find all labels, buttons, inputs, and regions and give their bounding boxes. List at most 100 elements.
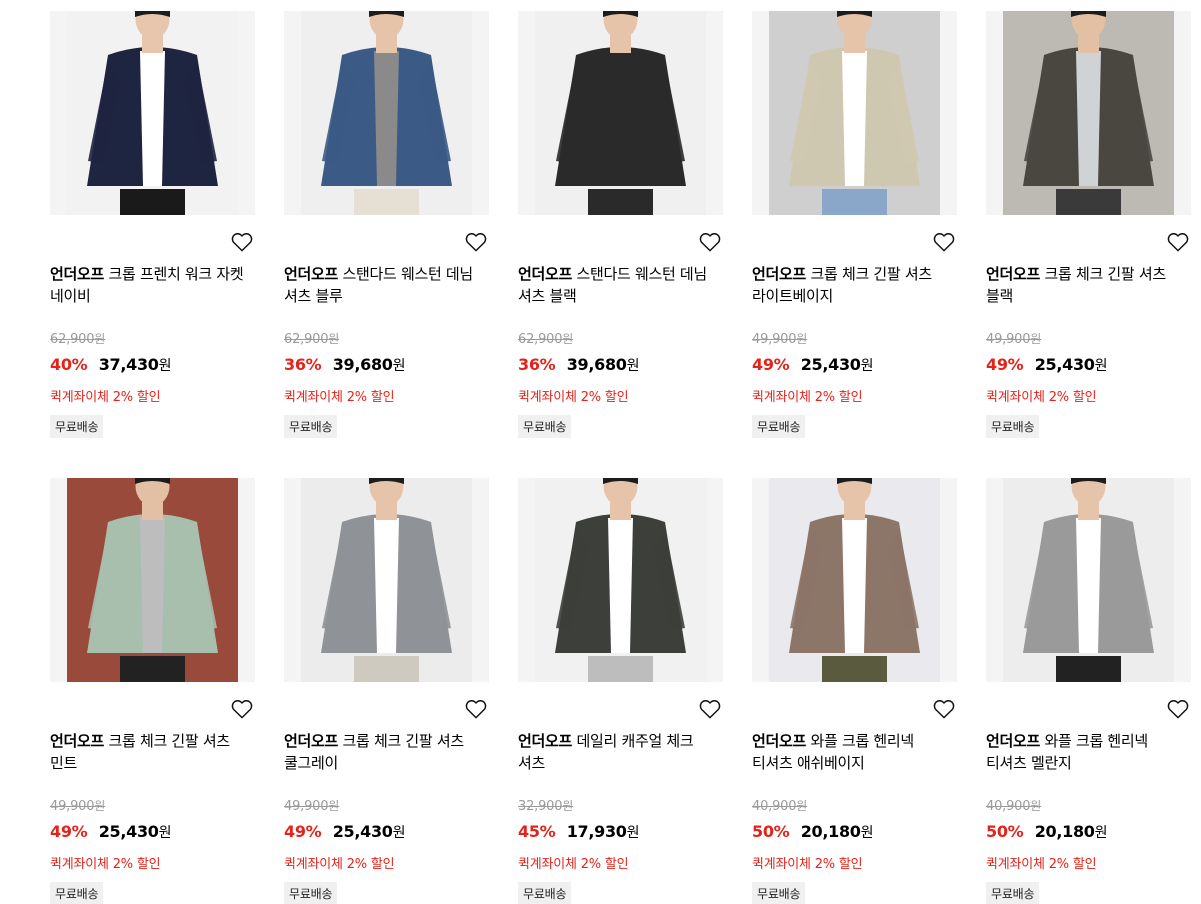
sale-price-row: 40% 37,430원 [50,355,172,375]
currency-unit: 원 [158,358,172,374]
product-name[interactable]: 언더오프 스탠다드 웨스턴 데님 셔츠 블랙 [518,263,718,307]
product-name[interactable]: 언더오프 크롭 체크 긴팔 셔츠 라이트베이지 [752,263,952,307]
original-price: 49,900원 [752,330,807,347]
sale-price-row: 49% 25,430원 [986,355,1108,375]
wishlist-heart-icon[interactable] [1167,232,1189,252]
product-image[interactable] [752,478,957,682]
wishlist-heart-icon[interactable] [465,232,487,252]
original-price-value: 40,900 [986,799,1031,814]
product-photo [50,478,255,682]
product-image[interactable] [986,11,1191,215]
original-price-value: 49,900 [284,799,329,814]
currency-unit: 원 [328,332,340,346]
product-name[interactable]: 언더오프 크롭 프렌치 워크 자켓 네이비 [50,263,250,307]
sale-price-row: 36% 39,680원 [518,355,640,375]
discount-rate: 45% [518,822,556,841]
free-shipping-badge: 무료배송 [986,882,1040,904]
discount-rate: 50% [986,822,1024,841]
sale-price-row: 45% 17,930원 [518,822,640,842]
currency-unit: 원 [1030,332,1042,346]
free-shipping-badge: 무료배송 [752,415,806,438]
product-photo [284,478,489,682]
free-shipping-badge: 무료배송 [518,882,572,904]
brand-name: 언더오프 [752,732,807,750]
currency-unit: 원 [94,332,106,346]
brand-name: 언더오프 [284,265,339,283]
original-price-value: 62,900 [518,332,563,347]
sale-price: 25,430원 [1035,355,1108,374]
product-photo [752,478,957,682]
currency-unit: 원 [392,358,406,374]
original-price: 49,900원 [986,330,1041,347]
product-photo [518,478,723,682]
sale-price: 25,430원 [99,822,172,841]
product-image[interactable] [518,478,723,682]
wishlist-heart-icon[interactable] [465,699,487,719]
product-name[interactable]: 언더오프 크롭 체크 긴팔 셔츠 쿨그레이 [284,730,484,774]
original-price-value: 40,900 [752,799,797,814]
sale-price: 20,180원 [801,822,874,841]
product-name[interactable]: 언더오프 크롭 체크 긴팔 셔츠 블랙 [986,263,1186,307]
sale-price-value: 25,430 [98,822,159,841]
brand-name: 언더오프 [518,265,573,283]
original-price: 49,900원 [284,797,339,814]
wishlist-heart-icon[interactable] [933,232,955,252]
sale-price-value: 37,430 [98,355,159,374]
currency-unit: 원 [1030,799,1042,813]
product-image[interactable] [986,478,1191,682]
product-image[interactable] [284,11,489,215]
brand-name: 언더오프 [284,732,339,750]
wishlist-heart-icon[interactable] [231,699,253,719]
product-name[interactable]: 언더오프 크롭 체크 긴팔 셔츠 민트 [50,730,250,774]
original-price-value: 62,900 [284,332,329,347]
product-name[interactable]: 언더오프 스탠다드 웨스턴 데님 셔츠 블루 [284,263,484,307]
extra-discount-label: 퀵계좌이체 2% 할인 [986,857,1097,872]
product-photo [284,11,489,215]
free-shipping-badge: 무료배송 [284,882,338,904]
product-name[interactable]: 언더오프 와플 크롭 헨리넥 티셔츠 멜란지 [986,730,1186,774]
product-image[interactable] [50,11,255,215]
product-name[interactable]: 언더오프 데일리 캐주얼 체크 셔츠 [518,730,718,774]
product-image[interactable] [50,478,255,682]
wishlist-heart-icon[interactable] [699,699,721,719]
original-price-value: 62,900 [50,332,95,347]
original-price: 62,900원 [284,330,339,347]
sale-price-value: 25,430 [1034,355,1095,374]
product-image[interactable] [518,11,723,215]
wishlist-heart-icon[interactable] [933,699,955,719]
currency-unit: 원 [860,358,874,374]
product-photo [752,11,957,215]
wishlist-heart-icon[interactable] [231,232,253,252]
sale-price-value: 17,930 [566,822,627,841]
original-price-value: 49,900 [50,799,95,814]
brand-name: 언더오프 [50,265,105,283]
sale-price-row: 50% 20,180원 [752,822,874,842]
product-image[interactable] [284,478,489,682]
sale-price-row: 36% 39,680원 [284,355,406,375]
extra-discount-label: 퀵계좌이체 2% 할인 [284,390,395,405]
product-image[interactable] [752,11,957,215]
original-price: 49,900원 [50,797,105,814]
product-photo [986,478,1191,682]
sale-price-value: 25,430 [332,822,393,841]
discount-rate: 49% [752,355,790,374]
discount-rate: 36% [518,355,556,374]
free-shipping-badge: 무료배송 [284,415,338,438]
original-price-value: 49,900 [752,332,797,347]
product-name[interactable]: 언더오프 와플 크롭 헨리넥 티셔츠 애쉬베이지 [752,730,952,774]
currency-unit: 원 [626,358,640,374]
wishlist-heart-icon[interactable] [1167,699,1189,719]
discount-rate: 49% [986,355,1024,374]
original-price-value: 32,900 [518,799,563,814]
original-price: 62,900원 [50,330,105,347]
brand-name: 언더오프 [986,265,1041,283]
sale-price-row: 49% 25,430원 [284,822,406,842]
currency-unit: 원 [94,799,106,813]
wishlist-heart-icon[interactable] [699,232,721,252]
currency-unit: 원 [1094,825,1108,841]
original-price-value: 49,900 [986,332,1031,347]
discount-rate: 40% [50,355,88,374]
free-shipping-badge: 무료배송 [518,415,572,438]
extra-discount-label: 퀵계좌이체 2% 할인 [284,857,395,872]
free-shipping-badge: 무료배송 [752,882,806,904]
